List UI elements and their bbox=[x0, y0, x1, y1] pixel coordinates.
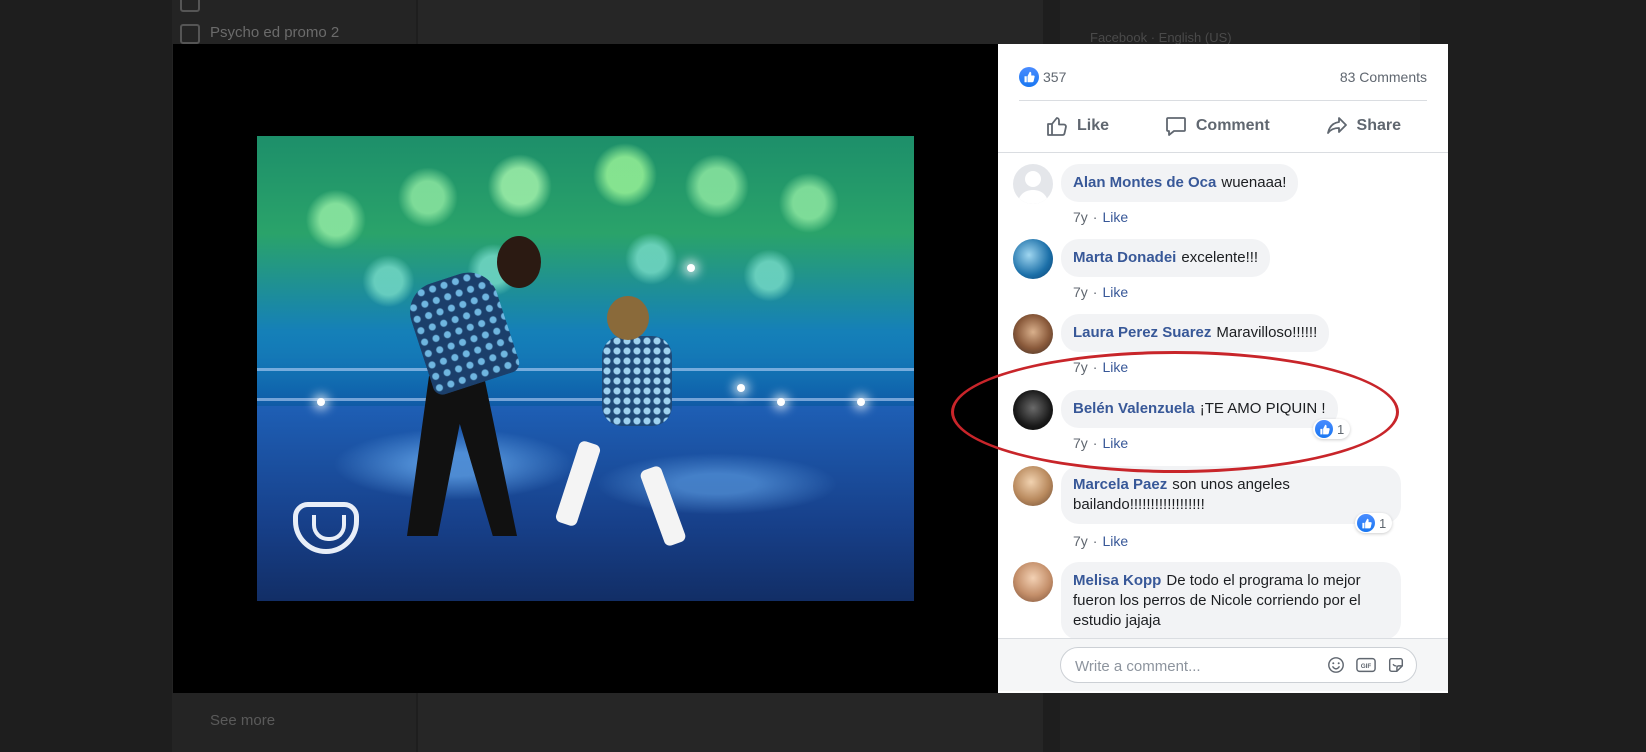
comment-meta: 7y · Like bbox=[1073, 533, 1129, 549]
like-button-label: Like bbox=[1077, 117, 1110, 134]
avatar[interactable] bbox=[1013, 390, 1053, 430]
stage-spotlight bbox=[317, 398, 325, 406]
comments-count-link[interactable]: 83 Comments bbox=[1340, 69, 1427, 85]
dancer-female-head bbox=[607, 296, 649, 340]
comment-reaction-count: 1 bbox=[1379, 515, 1387, 531]
comment-timestamp[interactable]: 7y bbox=[1073, 284, 1088, 300]
divider bbox=[1019, 100, 1427, 101]
stage-spotlight bbox=[687, 264, 695, 272]
gif-icon[interactable]: GIF bbox=[1356, 655, 1376, 675]
comment-like-link[interactable]: Like bbox=[1102, 359, 1128, 375]
reactions-summary: 357 83 Comments bbox=[1019, 66, 1427, 102]
comment-reaction-count: 1 bbox=[1337, 421, 1345, 437]
avatar[interactable] bbox=[1013, 562, 1053, 602]
dancer-male-head bbox=[497, 236, 541, 288]
avatar[interactable] bbox=[1013, 466, 1053, 506]
comment-meta: 7y · Like bbox=[1073, 359, 1129, 375]
comment-bubble: Belén Valenzuela ¡TE AMO PIQUIN ! bbox=[1061, 390, 1338, 428]
comment-button[interactable]: Comment bbox=[1138, 106, 1296, 146]
background-footer-links: Facebook · English (US) bbox=[1090, 30, 1232, 45]
photo-theater: 357 83 Comments Like Comment Share Alan … bbox=[173, 44, 1448, 693]
comment-timestamp[interactable]: 7y bbox=[1073, 533, 1088, 549]
media-stage[interactable] bbox=[173, 44, 998, 693]
comment-bubble: Marta Donadei excelente!!! bbox=[1061, 239, 1271, 277]
like-button[interactable]: Like bbox=[1019, 106, 1135, 146]
comment-bubble: Alan Montes de Oca wuenaaa! bbox=[1061, 164, 1299, 202]
like-reaction-icon[interactable] bbox=[1019, 67, 1039, 87]
comment-bubble: Melisa Kopp De todo el programa lo mejor … bbox=[1061, 562, 1401, 640]
comment-timestamp[interactable]: 7y bbox=[1073, 435, 1088, 451]
comment-text: excelente!!! bbox=[1181, 249, 1259, 266]
sticker-icon[interactable] bbox=[1386, 655, 1406, 675]
stage-lights bbox=[257, 136, 914, 415]
background-link-psycho: Psycho ed promo 2 bbox=[210, 24, 340, 41]
comment-like-link[interactable]: Like bbox=[1102, 209, 1128, 225]
comment-bubble: Marcela Paez son unos angeles bailando!!!… bbox=[1061, 466, 1401, 524]
comment-author[interactable]: Laura Perez Suarez bbox=[1073, 324, 1211, 341]
comment-bubble: Laura Perez Suarez Maravilloso!!!!!! bbox=[1061, 314, 1330, 352]
stage-rail bbox=[257, 398, 914, 401]
comment-text: Maravilloso!!!!!! bbox=[1216, 324, 1318, 341]
dancer-female-torso bbox=[602, 336, 672, 426]
comment-reactions[interactable]: 1 bbox=[1355, 513, 1393, 533]
share-button-label: Share bbox=[1356, 117, 1401, 134]
comment-meta: 7y · Like bbox=[1073, 435, 1129, 451]
video-frame[interactable] bbox=[257, 136, 914, 601]
thumbs-up-icon bbox=[1047, 117, 1067, 136]
stage-spotlight bbox=[777, 398, 785, 406]
post-action-bar: Like Comment Share bbox=[1019, 104, 1427, 148]
comment-timestamp[interactable]: 7y bbox=[1073, 359, 1088, 375]
avatar[interactable] bbox=[1013, 239, 1053, 279]
comment-meta: 7y · Like bbox=[1073, 209, 1129, 225]
stage-floor bbox=[257, 405, 914, 601]
like-reaction-icon bbox=[1357, 514, 1375, 532]
composer-tools: GIF bbox=[1326, 655, 1406, 675]
avatar[interactable] bbox=[1013, 164, 1053, 204]
like-reaction-icon bbox=[1315, 420, 1333, 438]
page-icon bbox=[180, 24, 200, 44]
stage-spotlight bbox=[857, 398, 865, 406]
reaction-count[interactable]: 357 bbox=[1043, 69, 1066, 85]
comment-input-wrapper[interactable]: GIF bbox=[1060, 647, 1417, 684]
comment-timestamp[interactable]: 7y bbox=[1073, 209, 1088, 225]
svg-text:GIF: GIF bbox=[1361, 663, 1372, 670]
comments-list[interactable]: Alan Montes de Oca wuenaaa! 7y · Like Marta… bbox=[998, 153, 1448, 676]
comment-like-link[interactable]: Like bbox=[1102, 284, 1128, 300]
comment-like-link[interactable]: Like bbox=[1102, 435, 1128, 451]
comment-author[interactable]: Marcela Paez bbox=[1073, 476, 1167, 493]
comment-author[interactable]: Marta Donadei bbox=[1073, 249, 1176, 266]
comment-composer: GIF bbox=[998, 638, 1448, 691]
comment-author[interactable]: Alan Montes de Oca bbox=[1073, 174, 1216, 191]
comment-text: ¡TE AMO PIQUIN ! bbox=[1199, 400, 1326, 417]
comment-reactions[interactable]: 1 bbox=[1313, 419, 1351, 439]
share-button[interactable]: Share bbox=[1299, 106, 1427, 146]
avatar[interactable] bbox=[1013, 314, 1053, 354]
bookmark-icon bbox=[180, 0, 200, 12]
share-arrow-icon bbox=[1326, 117, 1347, 134]
smiley-icon[interactable] bbox=[1326, 655, 1346, 675]
comment-like-link[interactable]: Like bbox=[1102, 533, 1128, 549]
comment-button-label: Comment bbox=[1195, 117, 1270, 134]
comment-author[interactable]: Melisa Kopp bbox=[1073, 572, 1161, 589]
comment-text: wuenaaa! bbox=[1221, 174, 1287, 191]
comment-input[interactable] bbox=[1073, 648, 1337, 684]
stage-spotlight bbox=[737, 384, 745, 392]
comment-author[interactable]: Belén Valenzuela bbox=[1073, 400, 1195, 417]
comment-meta: 7y · Like bbox=[1073, 284, 1129, 300]
stage-rail bbox=[257, 368, 914, 371]
background-link-see-more: See more bbox=[210, 712, 276, 729]
comments-panel: 357 83 Comments Like Comment Share Alan … bbox=[998, 44, 1448, 693]
speech-bubble-icon bbox=[1165, 117, 1186, 136]
